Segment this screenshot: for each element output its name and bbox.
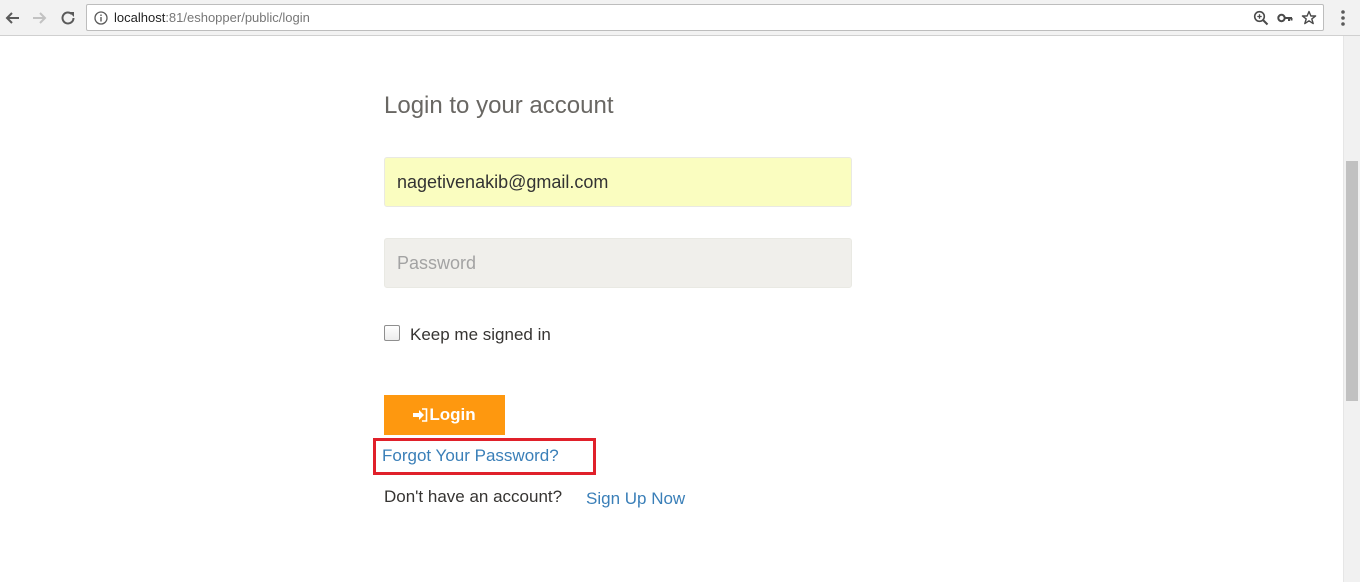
key-icon[interactable] bbox=[1277, 10, 1293, 26]
keep-signed-in-checkbox[interactable] bbox=[384, 325, 400, 341]
sign-up-link[interactable]: Sign Up Now bbox=[586, 489, 685, 509]
address-bar[interactable]: localhost:81/eshopper/public/login bbox=[86, 4, 1324, 31]
zoom-icon[interactable] bbox=[1253, 10, 1269, 26]
login-title: Login to your account bbox=[384, 92, 614, 119]
url-host: localhost bbox=[114, 10, 166, 25]
url-path: :81/eshopper/public/login bbox=[165, 10, 310, 25]
keep-signed-in-label[interactable]: Keep me signed in bbox=[410, 325, 551, 345]
no-account-text: Don't have an account? bbox=[384, 487, 563, 506]
reload-icon[interactable] bbox=[57, 7, 79, 29]
login-button-label: Login bbox=[429, 405, 476, 424]
sign-in-icon bbox=[413, 408, 428, 422]
password-field[interactable] bbox=[384, 238, 852, 288]
login-button[interactable]: Login bbox=[384, 395, 505, 435]
back-arrow-icon[interactable] bbox=[1, 7, 23, 29]
browser-toolbar: localhost:81/eshopper/public/login bbox=[0, 0, 1360, 36]
forward-arrow-icon[interactable] bbox=[29, 7, 51, 29]
email-field[interactable] bbox=[384, 157, 852, 207]
url-text[interactable]: localhost:81/eshopper/public/login bbox=[114, 10, 310, 25]
scrollbar-thumb[interactable] bbox=[1346, 161, 1358, 401]
info-icon[interactable] bbox=[94, 11, 108, 25]
forgot-password-link[interactable]: Forgot Your Password? bbox=[382, 446, 559, 466]
menu-dots-icon[interactable] bbox=[1334, 7, 1352, 29]
page-scrollbar[interactable] bbox=[1343, 36, 1360, 582]
star-icon[interactable] bbox=[1301, 10, 1317, 26]
